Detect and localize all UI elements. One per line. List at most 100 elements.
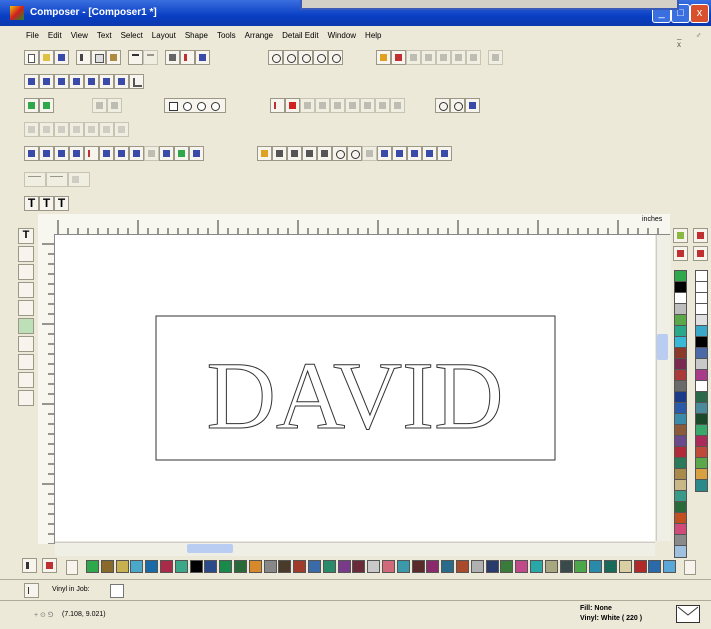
color-swatch[interactable]	[293, 560, 307, 573]
text-style-icon[interactable]: T	[54, 196, 69, 211]
node-icon[interactable]	[18, 282, 34, 298]
menu-window[interactable]: Window	[328, 28, 356, 44]
mdi-controls[interactable]: _ ♂ x	[677, 31, 711, 49]
marks-icon[interactable]	[362, 146, 377, 161]
duplicate-icon[interactable]	[257, 146, 272, 161]
menu-text[interactable]: Text	[97, 28, 112, 44]
eraser-icon[interactable]	[18, 336, 34, 352]
color-swatch[interactable]	[663, 560, 677, 573]
color-swatch[interactable]	[337, 560, 351, 573]
vinyl-arrow-icon[interactable]	[24, 583, 39, 598]
distort-icon[interactable]	[99, 122, 114, 137]
close-button[interactable]: x	[690, 4, 709, 23]
menu-edit[interactable]: Edit	[48, 28, 62, 44]
open-icon[interactable]	[39, 50, 54, 65]
clip-icon[interactable]	[144, 146, 159, 161]
nest-icon[interactable]	[466, 50, 481, 65]
shadow-icon[interactable]	[24, 122, 39, 137]
color-swatch[interactable]	[559, 560, 573, 573]
group-icon[interactable]	[24, 98, 39, 113]
color-layer-icon[interactable]	[317, 146, 332, 161]
color-swatch[interactable]	[674, 545, 687, 558]
color-swatch[interactable]	[160, 560, 173, 573]
contour-icon[interactable]	[174, 146, 189, 161]
outline-text[interactable]: DAVID	[206, 342, 504, 450]
color-swatch[interactable]	[278, 560, 292, 573]
zoom-selection-icon[interactable]	[328, 50, 343, 65]
color-swatch[interactable]	[441, 560, 455, 573]
zoom-fit-icon[interactable]	[298, 50, 313, 65]
menu-tools[interactable]: Tools	[217, 28, 236, 44]
save-icon[interactable]	[54, 50, 69, 65]
align-bottom-icon[interactable]	[99, 74, 114, 89]
grid-icon[interactable]	[437, 146, 452, 161]
target-icon[interactable]	[347, 146, 362, 161]
align-middle-icon[interactable]	[84, 74, 99, 89]
color-swatch[interactable]	[411, 560, 425, 573]
kern-icon[interactable]	[392, 146, 407, 161]
intersect-icon[interactable]	[129, 146, 144, 161]
menu-help[interactable]: Help	[365, 28, 381, 44]
color-swatch[interactable]	[100, 560, 114, 573]
line-style-icon[interactable]	[24, 172, 46, 187]
palette-color-icon[interactable]	[693, 228, 708, 243]
menu-select[interactable]: Select	[121, 28, 143, 44]
color-swatch[interactable]	[530, 560, 543, 573]
color-swatch[interactable]	[382, 560, 395, 573]
mirror-icon[interactable]	[24, 146, 39, 161]
color-swatch[interactable]	[367, 560, 381, 573]
add-node-icon[interactable]	[315, 98, 330, 113]
vinyl-in-job-checkbox[interactable]	[110, 584, 124, 598]
color-swatch[interactable]	[589, 560, 603, 573]
color-swatch[interactable]	[574, 560, 588, 573]
layer-icon[interactable]	[302, 146, 317, 161]
color-swatch[interactable]	[263, 560, 277, 573]
menu-view[interactable]: View	[71, 28, 88, 44]
color-swatch[interactable]	[648, 560, 662, 573]
rotate-icon[interactable]	[54, 146, 69, 161]
scale-icon[interactable]	[69, 146, 84, 161]
color-swatch[interactable]	[248, 560, 262, 573]
palette-scroll-right[interactable]	[684, 560, 696, 575]
inline-icon[interactable]	[54, 122, 69, 137]
horizontal-scrollbar[interactable]	[55, 542, 655, 556]
color-swatch[interactable]	[115, 560, 129, 573]
color-swatch[interactable]	[456, 560, 469, 573]
help-icon[interactable]	[180, 50, 195, 65]
color-swatch[interactable]	[426, 560, 440, 573]
emboss-icon[interactable]	[84, 122, 99, 137]
space-evenly-icon[interactable]	[114, 74, 129, 89]
array-icon[interactable]	[272, 146, 287, 161]
registration-icon[interactable]	[332, 146, 347, 161]
color-swatch[interactable]	[308, 560, 321, 573]
skew-icon[interactable]	[84, 146, 99, 161]
tile-icon[interactable]	[436, 50, 451, 65]
magnifier-icon[interactable]	[18, 354, 34, 370]
palette-scroll-left[interactable]	[66, 560, 78, 575]
context-help-icon[interactable]	[195, 50, 210, 65]
border-style-icon[interactable]	[68, 172, 90, 187]
palette-no-color-icon[interactable]	[693, 246, 708, 261]
print-icon[interactable]	[165, 50, 180, 65]
circle-icon[interactable]	[197, 102, 206, 111]
ungroup-icon[interactable]	[39, 98, 54, 113]
weld-icon[interactable]	[99, 146, 114, 161]
zoom-out-icon[interactable]	[283, 50, 298, 65]
corner-node-icon[interactable]	[360, 98, 375, 113]
color-swatch[interactable]	[500, 560, 514, 573]
combine-icon[interactable]	[92, 98, 107, 113]
menu-detail-edit[interactable]: Detail Edit	[282, 28, 318, 44]
align-left-icon[interactable]	[24, 74, 39, 89]
fill-style-icon[interactable]	[46, 172, 68, 187]
paste-icon[interactable]	[106, 50, 121, 65]
align-top-icon[interactable]	[69, 74, 84, 89]
menu-file[interactable]: File	[26, 28, 39, 44]
color-swatch[interactable]	[219, 560, 233, 573]
zoom-page-icon[interactable]	[313, 50, 328, 65]
find-next-icon[interactable]	[450, 98, 465, 113]
pointer-tool-button[interactable]	[22, 558, 38, 574]
trim-icon[interactable]	[114, 146, 129, 161]
panel-icon[interactable]	[451, 50, 466, 65]
color-swatch[interactable]	[695, 479, 708, 492]
menu-arrange[interactable]: Arrange	[245, 28, 273, 44]
